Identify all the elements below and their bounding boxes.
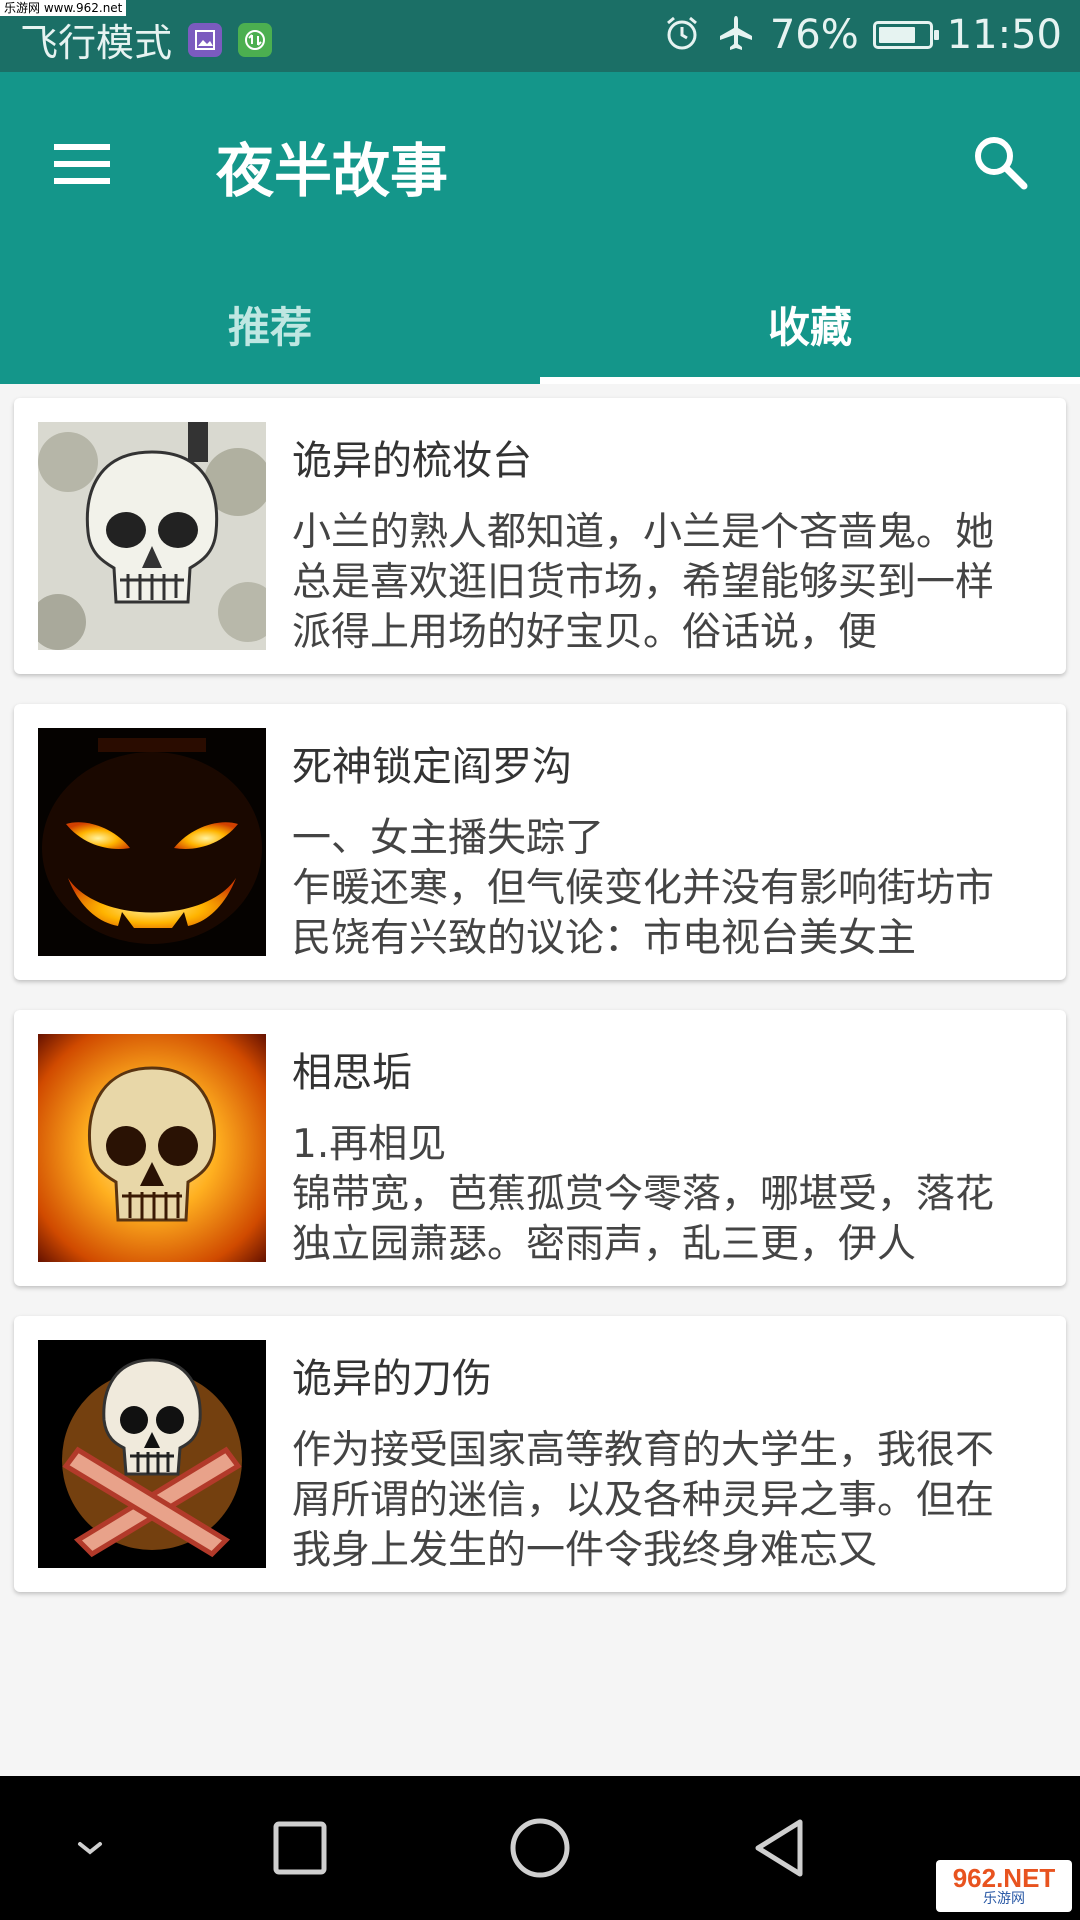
story-card[interactable]: 死神锁定阎罗沟 一、女主播失踪了 乍暖还寒，但气候变化并没有影响街坊市民饶有兴致… xyxy=(14,704,1066,980)
story-list: 诡异的梳妆台 小兰的熟人都知道，小兰是个吝啬鬼。她总是喜欢逛旧货市场，希望能够买… xyxy=(14,398,1066,1622)
flaming-skull-image xyxy=(38,1034,266,1262)
story-excerpt: 一、女主播失踪了 乍暖还寒，但气候变化并没有影响街坊市民饶有兴致的议论：市电视台… xyxy=(292,816,995,961)
watermark-main: 962.NET xyxy=(952,1863,1056,1893)
gallery-notification-icon xyxy=(188,22,223,57)
story-excerpt: 作为接受国家高等教育的大学生，我很不屑所谓的迷信，以及各种灵异之事。但在我身上发… xyxy=(292,1428,995,1573)
recents-icon xyxy=(273,1821,327,1875)
watermark-sub: 乐游网 xyxy=(983,1891,1025,1907)
jack-o-lantern-image xyxy=(38,728,266,956)
story-title: 诡异的刀伤 xyxy=(292,1356,492,1402)
clock: 11:50 xyxy=(946,12,1062,58)
search-button[interactable] xyxy=(960,122,1040,202)
story-excerpt: 小兰的熟人都知道，小兰是个吝啬鬼。她总是喜欢逛旧货市场，希望能够买到一样派得上用… xyxy=(292,510,995,655)
tab-bar: 推荐 收藏 xyxy=(0,264,1080,384)
story-card[interactable]: 诡异的刀伤 作为接受国家高等教育的大学生，我很不屑所谓的迷信，以及各种灵异之事。… xyxy=(14,1316,1066,1592)
back-button[interactable] xyxy=(744,1812,816,1884)
collapse-icon xyxy=(78,1842,102,1855)
skull-crossbones-image xyxy=(38,1340,266,1568)
tab-recommended[interactable]: 推荐 xyxy=(0,264,540,384)
status-bar: 乐游网 www.962.net 飞行模式 76% 11:50 xyxy=(0,0,1080,72)
airplane-mode-text: 飞行模式 xyxy=(20,21,173,65)
battery-percent: 76% xyxy=(769,12,859,58)
collapse-button[interactable] xyxy=(54,1812,126,1884)
data-notification-icon xyxy=(238,22,273,57)
search-icon xyxy=(975,137,1028,190)
recents-button[interactable] xyxy=(264,1812,336,1884)
tab-favorites[interactable]: 收藏 xyxy=(540,264,1080,384)
app-bar: 夜半故事 推荐 收藏 xyxy=(0,72,1080,384)
airplane-icon xyxy=(716,13,756,57)
battery-icon xyxy=(872,21,939,49)
story-title: 死神锁定阎罗沟 xyxy=(292,744,572,790)
story-card[interactable]: 诡异的梳妆台 小兰的熟人都知道，小兰是个吝啬鬼。她总是喜欢逛旧货市场，希望能够买… xyxy=(14,398,1066,674)
story-card[interactable]: 相思垢 1.再相见 锦带宽，芭蕉孤赏今零落，哪堪受，落花独立园萧瑟。密雨声，乱三… xyxy=(14,1010,1066,1286)
page-title: 夜半故事 xyxy=(216,137,449,205)
menu-icon xyxy=(54,144,110,184)
story-title: 相思垢 xyxy=(292,1050,412,1096)
home-button[interactable] xyxy=(504,1812,576,1884)
home-icon xyxy=(510,1818,570,1878)
skull-sketch-image xyxy=(38,422,266,650)
menu-button[interactable] xyxy=(50,132,114,196)
back-icon xyxy=(755,1819,803,1877)
navigation-bar: 962.NET 乐游网 xyxy=(0,1776,1080,1920)
story-title: 诡异的梳妆台 xyxy=(292,438,532,484)
alarm-icon xyxy=(662,13,702,57)
story-excerpt: 1.再相见 锦带宽，芭蕉孤赏今零落，哪堪受，落花独立园萧瑟。密雨声，乱三更，伊人 xyxy=(292,1122,995,1267)
watermark-logo: 962.NET 乐游网 xyxy=(936,1860,1072,1912)
